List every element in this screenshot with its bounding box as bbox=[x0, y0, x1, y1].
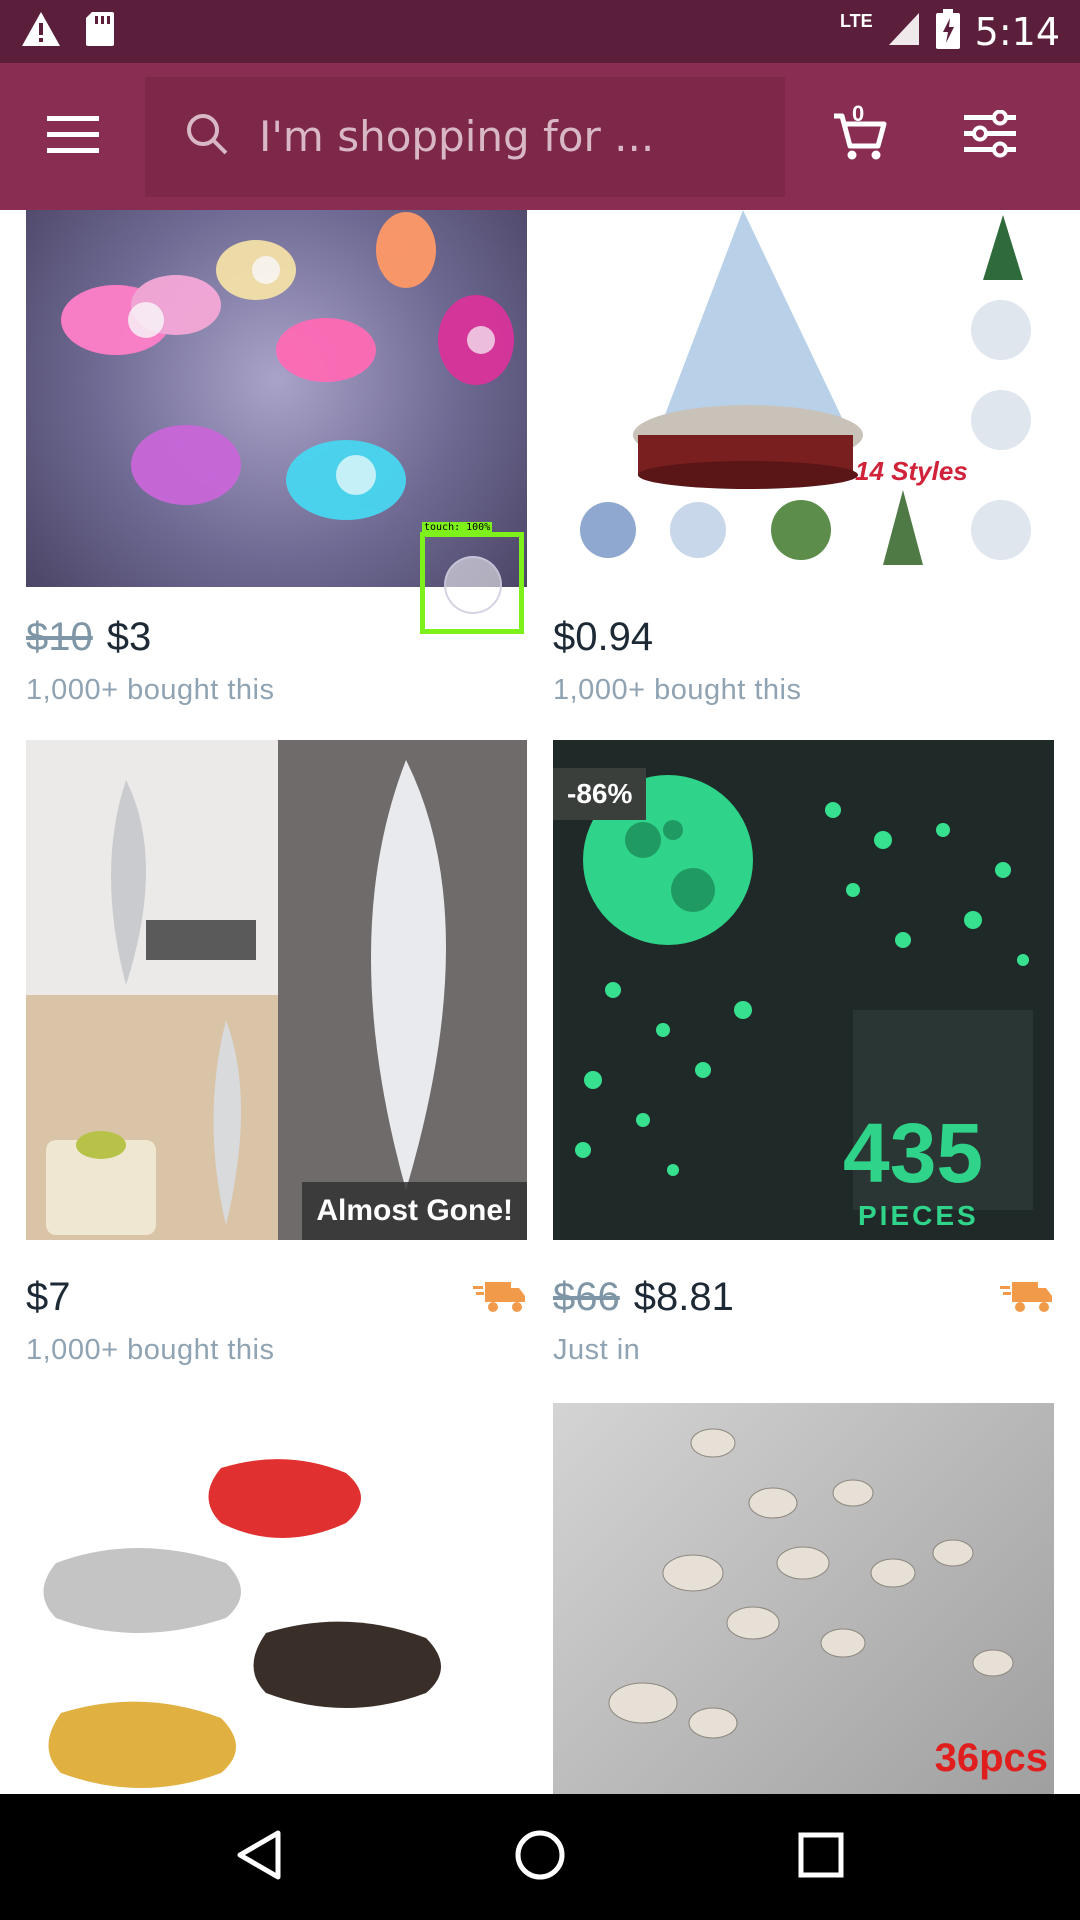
product-image[interactable] bbox=[26, 1403, 527, 1794]
search-input[interactable]: I'm shopping for ... bbox=[145, 76, 785, 197]
sold-count: Just in bbox=[553, 1334, 641, 1366]
sold-count: 1,000+ bought this bbox=[553, 674, 802, 706]
warning-icon bbox=[20, 10, 62, 53]
stock-badge: Almost Gone! bbox=[302, 1182, 527, 1240]
back-button[interactable] bbox=[236, 1830, 282, 1885]
battery-charging-icon bbox=[935, 9, 961, 54]
truck-icon bbox=[473, 1280, 527, 1319]
sd-card-icon bbox=[84, 10, 116, 53]
sliders-icon bbox=[964, 109, 1016, 163]
product-grid: $10 $3 1,000+ bought this 14 Styles $0.9… bbox=[0, 210, 1080, 1794]
search-placeholder: I'm shopping for ... bbox=[259, 112, 655, 161]
clock: 5:14 bbox=[974, 9, 1060, 54]
truck-icon bbox=[1000, 1280, 1054, 1319]
original-price: $66 bbox=[553, 1275, 620, 1319]
system-nav-bar bbox=[0, 1794, 1080, 1920]
home-icon bbox=[515, 1830, 565, 1879]
filter-button[interactable] bbox=[920, 63, 1060, 210]
product-image[interactable]: 36pcs bbox=[553, 1403, 1054, 1794]
touch-point bbox=[444, 556, 502, 614]
back-icon bbox=[237, 1830, 281, 1879]
price-row: $0.94 bbox=[553, 615, 653, 660]
product-image[interactable]: Almost Gone! bbox=[26, 740, 527, 1240]
menu-button[interactable] bbox=[0, 63, 145, 210]
image-caption: 36pcs bbox=[934, 1736, 1048, 1780]
status-bar: LTE 5:14 bbox=[0, 0, 1080, 63]
sale-price: $3 bbox=[106, 615, 152, 659]
recents-icon bbox=[798, 1832, 844, 1877]
touch-indicator-label: touch: 100% bbox=[422, 522, 493, 533]
recents-button[interactable] bbox=[798, 1832, 844, 1883]
app-bar: I'm shopping for ... 0 bbox=[0, 63, 1080, 210]
price-row: $66 $8.81 bbox=[553, 1275, 734, 1320]
price-row: $7 bbox=[26, 1275, 71, 1320]
product-card[interactable]: Almost Gone! $7 1,000+ bought this bbox=[26, 740, 527, 1370]
product-image[interactable]: -86% 435 PIECES bbox=[553, 740, 1054, 1240]
search-icon bbox=[185, 112, 229, 161]
price-row: $10 $3 bbox=[26, 615, 151, 660]
hamburger-menu-icon bbox=[46, 114, 99, 159]
sale-price: $0.94 bbox=[553, 615, 654, 659]
product-card[interactable]: 14 Styles $0.94 1,000+ bought this bbox=[553, 210, 1054, 715]
sold-count: 1,000+ bought this bbox=[26, 1334, 275, 1366]
product-image[interactable]: 14 Styles bbox=[553, 210, 1054, 587]
cart-button[interactable]: 0 bbox=[800, 63, 920, 210]
signal-icon bbox=[887, 11, 921, 52]
cart-count-badge: 0 bbox=[852, 101, 865, 126]
original-price: $10 bbox=[26, 615, 93, 659]
home-button[interactable] bbox=[514, 1829, 566, 1886]
image-caption-secondary: PIECES bbox=[858, 1200, 979, 1231]
product-card[interactable]: 36pcs bbox=[553, 1403, 1054, 1794]
product-card[interactable]: $10 $3 1,000+ bought this bbox=[26, 210, 527, 715]
product-card[interactable] bbox=[26, 1403, 527, 1794]
image-caption: 14 Styles bbox=[855, 456, 968, 486]
image-caption: 435 bbox=[843, 1106, 984, 1200]
sale-price: $7 bbox=[26, 1275, 71, 1319]
sold-count: 1,000+ bought this bbox=[26, 674, 275, 706]
product-card[interactable]: -86% 435 PIECES $66 $8.81 Just in bbox=[553, 740, 1054, 1370]
network-type: LTE bbox=[839, 11, 873, 31]
discount-badge: -86% bbox=[553, 768, 647, 820]
sale-price: $8.81 bbox=[633, 1275, 734, 1319]
